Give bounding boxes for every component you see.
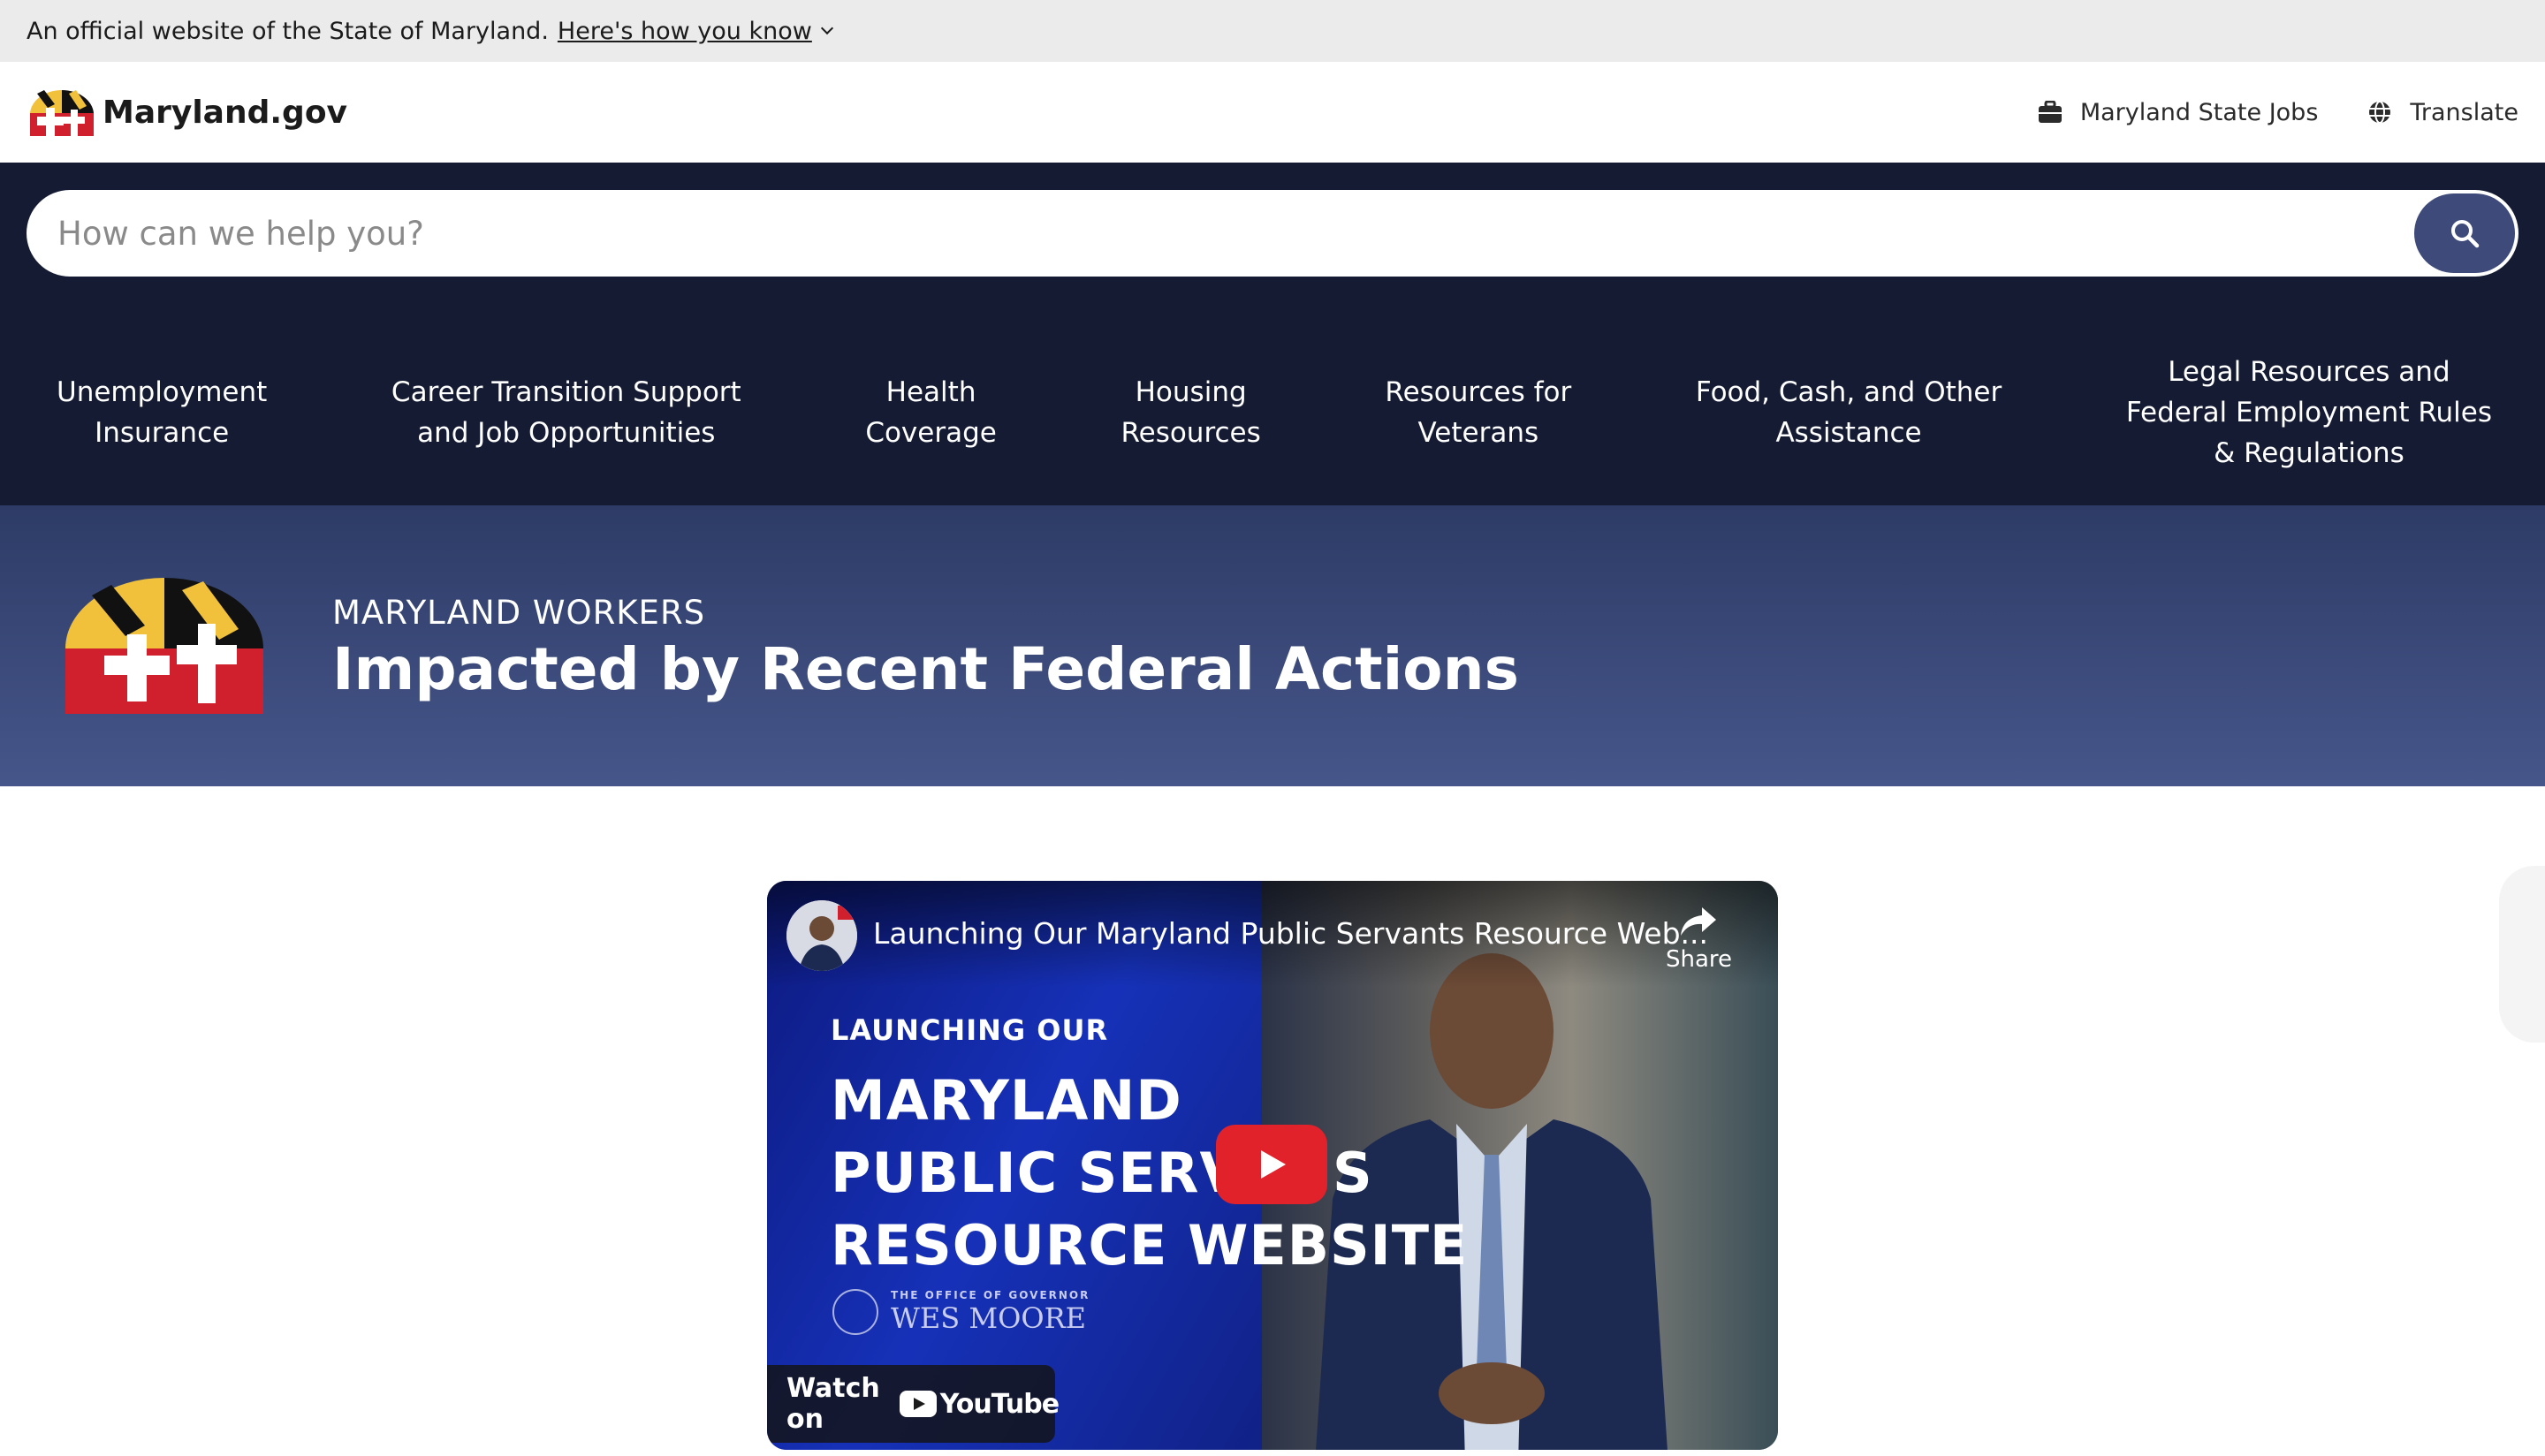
heres-how-you-know-label: Here's how you know	[557, 17, 812, 45]
topic-resources-for-veterans[interactable]: Resources for Veterans	[1385, 372, 1571, 453]
hero-banner: MARYLAND WORKERS Impacted by Recent Fede…	[0, 505, 2545, 786]
youtube-play-icon	[899, 1391, 937, 1417]
topic-food-cash-assistance[interactable]: Food, Cash, and Other Assistance	[1696, 372, 2002, 453]
share-label: Share	[1665, 946, 1732, 973]
video-overlay-line-2-end: S	[1333, 1141, 1373, 1205]
chevron-down-icon	[820, 21, 833, 35]
video-overlay-line-3: RESOURCE WEBSITE	[831, 1213, 1469, 1278]
channel-avatar[interactable]	[786, 900, 857, 971]
youtube-video-embed[interactable]: Launching Our Maryland Public Servants R…	[767, 881, 1778, 1450]
maryland-flag-logo-icon	[30, 89, 94, 136]
hero-text: MARYLAND WORKERS Impacted by Recent Fede…	[332, 594, 1519, 703]
youtube-logo: YouTube	[899, 1388, 1060, 1420]
search-bar	[27, 190, 2518, 277]
seal-name: WES MOORE	[891, 1301, 1087, 1335]
maryland-gov-logo-link[interactable]: Maryland.gov	[27, 87, 347, 138]
topic-career-transition-support[interactable]: Career Transition Support and Job Opport…	[391, 372, 741, 453]
search-input[interactable]	[27, 190, 2414, 277]
topic-health-coverage[interactable]: Health Coverage	[865, 372, 997, 453]
topic-legal-resources[interactable]: Legal Resources and Federal Employment R…	[2126, 352, 2492, 474]
video-overlay-line-1: MARYLAND	[831, 1068, 1182, 1133]
brand-name: Maryland.gov	[103, 94, 348, 131]
share-arrow-icon	[1681, 907, 1717, 936]
header-utility-links: Maryland State Jobs Translate	[2038, 99, 2518, 126]
translate-link[interactable]: Translate	[2367, 99, 2518, 126]
topic-navigation: Unemployment Insurance Career Transition…	[0, 330, 2545, 505]
topic-housing-resources[interactable]: Housing Resources	[1121, 372, 1260, 453]
watch-on-label: Watch on	[786, 1373, 880, 1435]
seal-icon	[832, 1289, 878, 1335]
channel-avatar-image	[786, 900, 857, 971]
official-site-text: An official website of the State of Mary…	[27, 17, 549, 45]
briefcase-icon	[2038, 101, 2062, 123]
hero-title: Impacted by Recent Federal Actions	[332, 635, 1519, 703]
maryland-state-jobs-link[interactable]: Maryland State Jobs	[2038, 98, 2319, 126]
play-icon	[1261, 1150, 1286, 1179]
seal-caption: THE OFFICE OF GOVERNOR	[891, 1289, 1090, 1301]
search-and-topics-band: Unemployment Insurance Career Transition…	[0, 163, 2545, 505]
video-play-button[interactable]	[1216, 1125, 1327, 1204]
topic-unemployment-insurance[interactable]: Unemployment Insurance	[57, 372, 267, 453]
video-overlay-line-2: PUBLIC SERV	[831, 1141, 1243, 1205]
maryland-state-jobs-label: Maryland State Jobs	[2079, 98, 2319, 126]
site-header: Maryland.gov Maryland State Jobs Transla…	[0, 62, 2545, 163]
youtube-wordmark: YouTube	[939, 1388, 1060, 1420]
search-button[interactable]	[2414, 193, 2515, 273]
watch-on-youtube-button[interactable]: Watch on YouTube	[767, 1365, 1060, 1443]
translate-label: Translate	[2410, 98, 2518, 126]
side-feedback-tab[interactable]	[2499, 866, 2545, 1043]
heres-how-you-know-link[interactable]: Here's how you know	[557, 17, 833, 45]
maryland-flag-emblem-icon	[65, 578, 263, 714]
video-share-button[interactable]: Share	[1666, 906, 1732, 973]
video-title[interactable]: Launching Our Maryland Public Servants R…	[873, 916, 1708, 951]
globe-icon	[2369, 101, 2391, 124]
search-icon	[2451, 220, 2480, 248]
governor-office-seal: THE OFFICE OF GOVERNOR WES MOORE	[832, 1289, 1090, 1335]
hero-kicker: MARYLAND WORKERS	[332, 594, 706, 632]
official-site-banner: An official website of the State of Mary…	[0, 0, 2545, 62]
video-overlay-kicker: LAUNCHING OUR	[831, 1013, 1109, 1047]
